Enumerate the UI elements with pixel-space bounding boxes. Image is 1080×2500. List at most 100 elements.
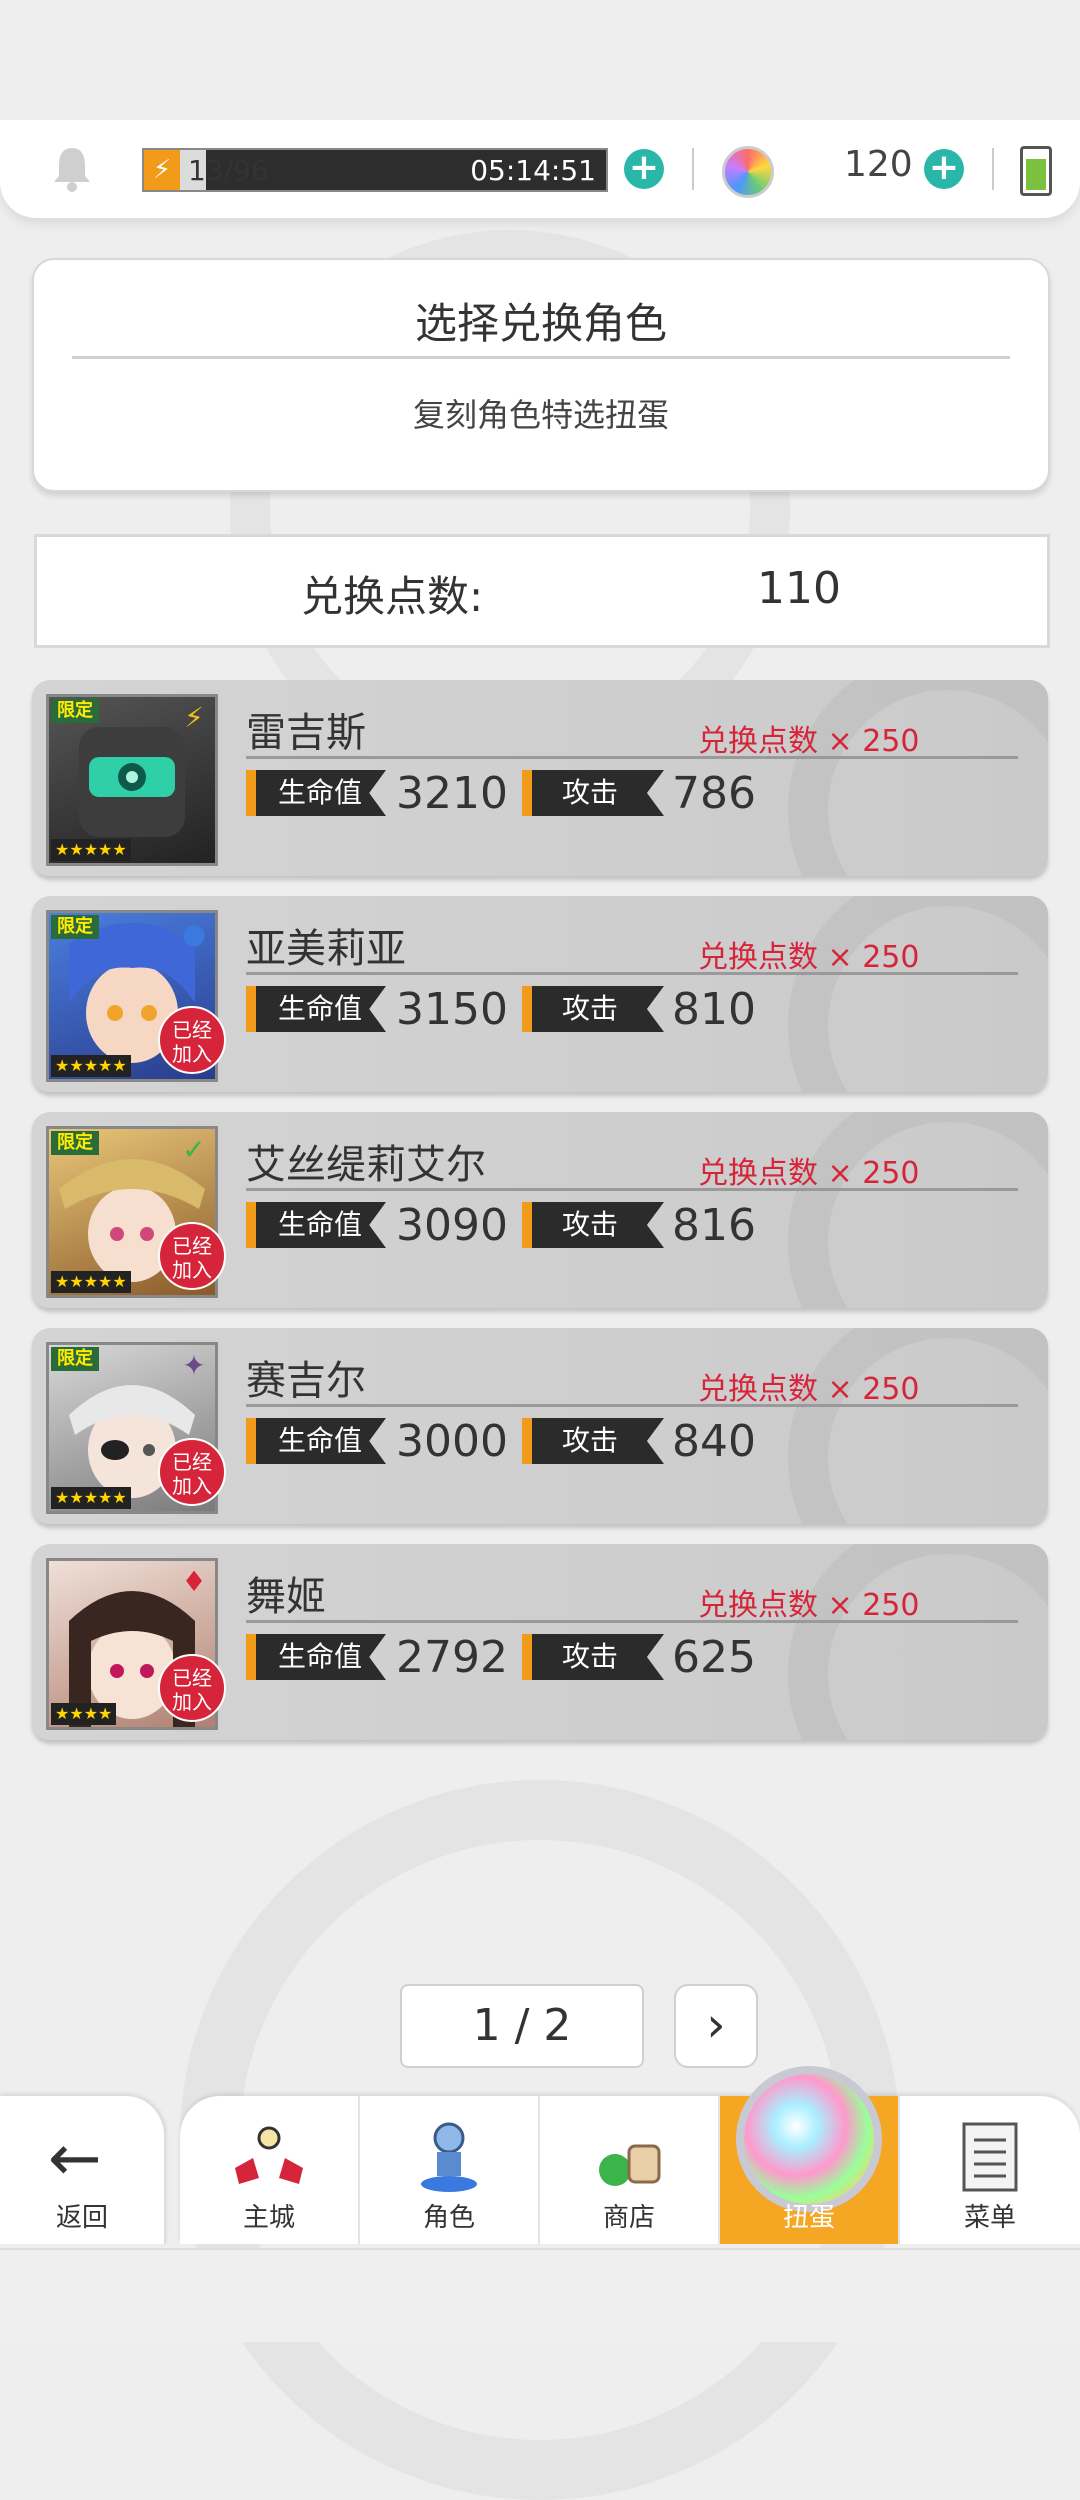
exchange-points-card: 兑换点数: 110 — [34, 534, 1050, 648]
divider — [246, 1404, 1018, 1407]
exchange-cost: 兑换点数 × 250 — [698, 724, 920, 759]
add-gem-button[interactable]: + — [924, 149, 964, 189]
tab-label: 商店 — [602, 2203, 655, 2233]
character-name: 赛吉尔 — [246, 1358, 366, 1404]
castle-icon — [235, 2126, 303, 2184]
hp-value: 2792 — [396, 1632, 508, 1683]
tab-main-city[interactable]: 主城 — [180, 2096, 360, 2244]
tab-menu[interactable]: 菜单 — [900, 2096, 1080, 2244]
hp-value: 3090 — [396, 1200, 508, 1251]
limited-badge: 限定 — [51, 699, 99, 723]
joined-text: 已经 加入 — [172, 1450, 212, 1498]
rarity-stars: ★★★★★ — [51, 1487, 131, 1509]
menu-icon — [962, 2122, 1018, 2192]
character-row[interactable]: ★★★★ ♦ 已经 加入 舞姬 兑换点数 × 250 生命值 2792 攻击 6… — [32, 1544, 1048, 1740]
tab-label: 菜单 — [963, 2203, 1016, 2233]
character-portrait: 限定 ★★★★★ ⚡ — [46, 694, 218, 866]
hp-value: 3150 — [396, 984, 508, 1035]
hp-label: 生命值 — [246, 1418, 386, 1464]
chevron-right-icon: › — [706, 1997, 726, 2053]
divider — [992, 148, 994, 190]
exchange-cost: 兑换点数 × 250 — [698, 1588, 920, 1623]
joined-badge: 已经 加入 — [158, 1438, 226, 1506]
tab-label: 角色 — [422, 2203, 475, 2233]
shop-icon — [599, 2144, 661, 2186]
rarity-stars: ★★★★★ — [51, 1055, 131, 1077]
dark-element-icon: ✦ — [182, 1349, 206, 1382]
row-emblem — [788, 1112, 1048, 1308]
attack-value: 625 — [672, 1632, 756, 1683]
footer-strip — [0, 2248, 1080, 2342]
battery-icon — [1020, 146, 1052, 196]
nav-tabs: 主城 角色 商店 扭蛋 菜单 — [180, 2066, 1080, 2244]
lightning-element-icon: ⚡ — [184, 701, 204, 734]
attack-value: 810 — [672, 984, 756, 1035]
hp-value: 3210 — [396, 768, 508, 819]
page-title: 选择兑换角色 — [414, 299, 667, 348]
energy-value: 13/96 — [188, 154, 269, 187]
add-energy-button[interactable]: + — [624, 149, 664, 189]
rarity-stars: ★★★★★ — [51, 1271, 131, 1293]
header-card: 选择兑换角色 复刻角色特选扭蛋 — [32, 258, 1050, 492]
divider — [246, 972, 1018, 975]
exchange-points-value: 110 — [757, 563, 841, 614]
character-list: 限定 ★★★★★ ⚡ 雷吉斯 兑换点数 × 250 生命值 3210 攻击 78… — [32, 680, 1048, 1760]
joined-text: 已经 加入 — [172, 1234, 212, 1282]
hp-label: 生命值 — [246, 986, 386, 1032]
limited-badge: 限定 — [51, 915, 99, 939]
attack-value: 840 — [672, 1416, 756, 1467]
tab-label: 扭蛋 — [782, 2203, 835, 2233]
attack-label: 攻击 — [522, 1634, 664, 1680]
attack-value: 816 — [672, 1200, 756, 1251]
gacha-icon — [736, 2066, 882, 2212]
rarity-stars: ★★★★ — [51, 1703, 117, 1725]
exchange-cost: 兑换点数 × 250 — [698, 1372, 920, 1407]
arrow-left-icon: ← — [48, 2122, 102, 2196]
hp-label: 生命值 — [246, 770, 386, 816]
limited-badge: 限定 — [51, 1131, 99, 1155]
tab-character[interactable]: 角色 — [360, 2096, 540, 2244]
attack-label: 攻击 — [522, 1202, 664, 1248]
character-name: 亚美莉亚 — [246, 926, 406, 972]
character-row[interactable]: 限定 ★★★★★ ● 已经 加入 亚美莉亚 兑换点数 × 250 生命值 315… — [32, 896, 1048, 1092]
character-icon — [421, 2122, 477, 2192]
character-row[interactable]: 限定 ★★★★★ ✦ 已经 加入 赛吉尔 兑换点数 × 250 生命值 3000… — [32, 1328, 1048, 1524]
exchange-cost: 兑换点数 × 250 — [698, 940, 920, 975]
joined-badge: 已经 加入 — [158, 1654, 226, 1722]
tab-gacha[interactable]: 扭蛋 — [720, 2066, 900, 2244]
row-emblem — [788, 896, 1048, 1092]
limited-badge: 限定 — [51, 1347, 99, 1371]
hp-value: 3000 — [396, 1416, 508, 1467]
energy-bar: ⚡ 13/96 05:14:51 — [142, 148, 608, 192]
rarity-stars: ★★★★★ — [51, 839, 131, 861]
joined-text: 已经 加入 — [172, 1666, 212, 1714]
back-button[interactable]: ← 返回 — [0, 2096, 166, 2244]
row-emblem — [788, 680, 1048, 876]
next-page-button[interactable]: › — [674, 1984, 758, 2068]
bottom-navigation: ← 返回 主城 角色 商店 扭蛋 菜单 — [0, 2066, 1080, 2244]
character-row[interactable]: 限定 ★★★★★ ✓ 已经 加入 艾丝缇莉艾尔 兑换点数 × 250 生命值 3… — [32, 1112, 1048, 1308]
bell-icon[interactable] — [50, 144, 94, 192]
exchange-cost: 兑换点数 × 250 — [698, 1156, 920, 1191]
character-name: 雷吉斯 — [246, 710, 366, 756]
divider — [72, 356, 1010, 359]
gem-count: 120 — [844, 144, 913, 185]
joined-badge: 已经 加入 — [158, 1006, 226, 1074]
energy-timer: 05:14:51 — [470, 154, 596, 187]
water-element-icon: ● — [181, 917, 207, 950]
exchange-points-label: 兑换点数: — [301, 572, 484, 621]
joined-text: 已经 加入 — [172, 1018, 212, 1066]
page-indicator: 1 / 2 — [400, 1984, 644, 2068]
divider — [246, 756, 1018, 759]
hp-label: 生命值 — [246, 1634, 386, 1680]
gem-icon — [722, 146, 774, 198]
wind-element-icon: ✓ — [182, 1133, 206, 1166]
hp-label: 生命值 — [246, 1202, 386, 1248]
character-row[interactable]: 限定 ★★★★★ ⚡ 雷吉斯 兑换点数 × 250 生命值 3210 攻击 78… — [32, 680, 1048, 876]
page-subtitle: 复刻角色特选扭蛋 — [412, 396, 669, 434]
tab-shop[interactable]: 商店 — [540, 2096, 720, 2244]
divider — [246, 1620, 1018, 1623]
status-bar: ⚡ 13/96 05:14:51 + 120 + — [0, 120, 1080, 218]
row-emblem — [788, 1328, 1048, 1524]
back-label: 返回 — [55, 2203, 108, 2233]
